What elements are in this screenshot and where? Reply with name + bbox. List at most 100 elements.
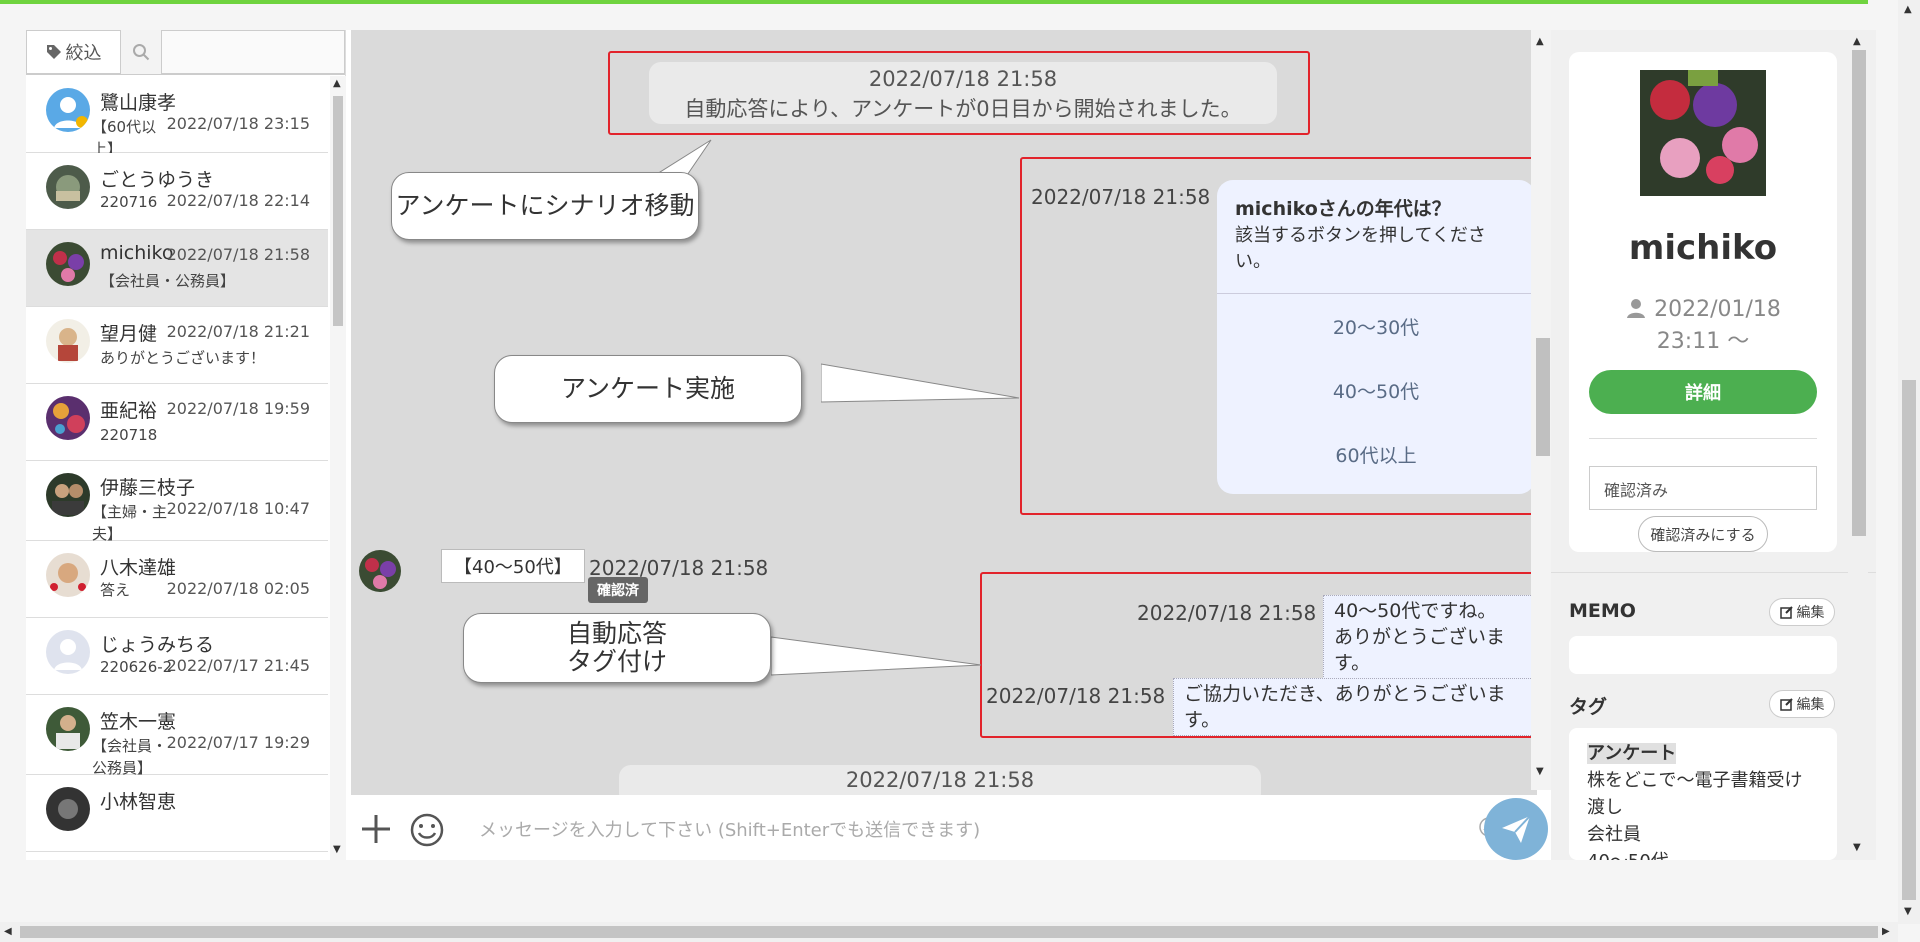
- memo-title: MEMO: [1569, 600, 1636, 622]
- confirmed-badge: 確認済: [588, 577, 648, 603]
- friend-preview: 【会社員・公務員】: [92, 737, 168, 777]
- profile-registered: 2022/01/18 23:11 ～: [1569, 294, 1837, 358]
- system-message-time: 2022/07/18 21:58: [845, 768, 1035, 792]
- search-icon[interactable]: [121, 30, 161, 74]
- scroll-down-icon[interactable]: ▼: [1853, 842, 1861, 853]
- scroll-down-icon[interactable]: ▼: [333, 844, 341, 855]
- scroll-up-icon[interactable]: ▲: [1904, 4, 1912, 15]
- friend-name: 笠木一憲: [100, 711, 177, 733]
- memo-edit-button[interactable]: 編集: [1769, 598, 1835, 626]
- plus-icon[interactable]: [359, 812, 393, 846]
- chat-area: 2022/07/18 21:58 自動応答により、アンケートが0日目から開始され…: [351, 30, 1537, 795]
- friend-date: 2022/07/18 23:15: [166, 114, 310, 133]
- search-input[interactable]: [161, 30, 345, 74]
- profile-date-time: 23:11 ～: [1656, 329, 1750, 354]
- survey-option[interactable]: 60代以上: [1217, 422, 1535, 486]
- emoji-icon[interactable]: [409, 812, 445, 848]
- detail-button[interactable]: 詳細: [1589, 370, 1817, 414]
- friend-name: じょうみちる: [100, 634, 215, 656]
- scrollbar-thumb[interactable]: [1852, 50, 1866, 536]
- auto-reply-line: ありがとうございます。: [1334, 626, 1506, 674]
- tag-icon: [46, 45, 61, 59]
- tag-item[interactable]: 40～50代: [1587, 848, 1819, 860]
- avatar: [46, 319, 90, 363]
- scroll-down-icon[interactable]: ▼: [1536, 766, 1544, 777]
- auto-reply-bubble: ご協力いただき、ありがとうございます。: [1173, 678, 1537, 736]
- scroll-up-icon[interactable]: ▲: [1536, 36, 1544, 47]
- friend-date: 2022/07/17 19:29: [166, 733, 310, 752]
- callout-auto-text: タグ付け: [566, 647, 667, 676]
- friend-item[interactable]: 鷺山康孝 2022/07/18 23:15 【60代以上】: [26, 76, 328, 158]
- message-input[interactable]: メッセージを入力して下さい (Shift+Enterでも送信できます): [479, 816, 980, 842]
- right-panel-scrollbar[interactable]: ▲ ▼: [1848, 30, 1868, 860]
- survey-title: michikoさんの年代は？: [1235, 198, 1451, 220]
- survey-option[interactable]: 40～50代: [1217, 358, 1535, 422]
- page-scrollbar-horizontal[interactable]: ◀ ▶: [0, 922, 1898, 942]
- friend-item[interactable]: じょうみちる 2022/07/17 21:45 220626-2: [26, 618, 328, 695]
- friend-preview: 220718: [100, 426, 158, 444]
- survey-option[interactable]: 20～30代: [1217, 294, 1535, 358]
- friend-list-scrollbar[interactable]: ▲ ▼: [330, 76, 346, 860]
- avatar: [46, 473, 90, 517]
- friend-item[interactable]: ごとうゆうき 2022/07/18 22:14 220716: [26, 153, 328, 230]
- friend-item[interactable]: 八木達雄 2022/07/18 02:05 答え: [26, 541, 328, 618]
- friend-item[interactable]: 亜紀裕 2022/07/18 19:59 220718: [26, 384, 328, 461]
- send-button[interactable]: [1484, 798, 1548, 860]
- callout-tail: [771, 636, 982, 676]
- highlight-box-system: [608, 51, 1310, 135]
- scrollbar-thumb[interactable]: [333, 96, 343, 326]
- scroll-up-icon[interactable]: ▲: [333, 78, 341, 89]
- profile-card: michiko 2022/01/18 23:11 ～ 詳細 確認済み 確認済みに…: [1569, 52, 1837, 552]
- filter-label: 絞込: [65, 43, 102, 64]
- profile-date: 2022/01/18: [1654, 297, 1781, 322]
- chat-scrollbar[interactable]: ▲ ▼: [1531, 30, 1551, 790]
- friend-item[interactable]: 伊藤三枝子 2022/07/18 10:47 【主婦・主夫】: [26, 461, 328, 543]
- friend-preview: 220716: [100, 193, 158, 211]
- friend-item-selected[interactable]: michiko 2022/07/18 21:58 【会社員・公務員】: [26, 230, 328, 307]
- callout-survey: アンケート実施: [494, 355, 802, 423]
- edit-icon: [1779, 606, 1793, 619]
- avatar: [46, 242, 90, 286]
- tag-item[interactable]: 株をどこで～電子書籍受け渡し: [1587, 767, 1819, 821]
- friend-preview: 【主婦・主夫】: [92, 503, 168, 543]
- scrollbar-thumb[interactable]: [1902, 380, 1916, 900]
- callout-auto-text: 自動応答: [566, 619, 667, 648]
- scrollbar-thumb[interactable]: [1536, 338, 1550, 456]
- divider: [1589, 438, 1817, 439]
- friend-preview: ありがとうございます！: [100, 349, 266, 367]
- avatar: [46, 165, 90, 209]
- friend-name: michiko: [100, 242, 174, 264]
- app-window: 絞込 鷺山康孝 2022/07/18 23:15 【60代以上】 ごとうゆうき …: [26, 30, 1876, 860]
- divider: [1551, 572, 1876, 573]
- tag-item[interactable]: アンケート: [1587, 743, 1677, 764]
- friend-item[interactable]: 笠木一憲 2022/07/17 19:29 【会社員・公務員】: [26, 695, 328, 777]
- send-icon: [1502, 815, 1531, 843]
- profile-photo: [1640, 70, 1766, 196]
- friend-preview: 【会社員・公務員】: [100, 272, 236, 290]
- tags-edit-button[interactable]: 編集: [1769, 690, 1835, 718]
- avatar: [46, 787, 90, 831]
- scrollbar-thumb[interactable]: [20, 926, 1878, 938]
- mark-confirmed-button[interactable]: 確認済みにする: [1638, 516, 1768, 552]
- user-avatar: [359, 550, 401, 592]
- profile-name: michiko: [1628, 228, 1778, 268]
- scroll-down-icon[interactable]: ▼: [1904, 906, 1912, 917]
- friend-item[interactable]: 望月健 2022/07/18 21:21 ありがとうございます！: [26, 307, 328, 384]
- friend-name: 鷺山康孝: [100, 92, 177, 114]
- edit-icon: [1779, 698, 1793, 711]
- friend-preview: 答え: [100, 581, 131, 599]
- scroll-right-icon[interactable]: ▶: [1882, 926, 1890, 937]
- filter-button[interactable]: 絞込: [26, 30, 121, 74]
- status-select[interactable]: 確認済み: [1589, 466, 1817, 510]
- friend-name: 望月健: [100, 323, 158, 345]
- avatar: [46, 707, 90, 751]
- friend-date: 2022/07/18 21:58: [166, 245, 310, 264]
- auto-reply-time: 2022/07/18 21:58: [1137, 601, 1317, 625]
- edit-label: 編集: [1796, 697, 1825, 713]
- scroll-left-icon[interactable]: ◀: [4, 926, 12, 937]
- message-input-bar: メッセージを入力して下さい (Shift+Enterでも送信できます): [351, 800, 1551, 860]
- friend-item[interactable]: 小林智恵: [26, 775, 328, 852]
- scroll-up-icon[interactable]: ▲: [1853, 36, 1861, 47]
- page-scrollbar-vertical[interactable]: ▲ ▼: [1898, 0, 1920, 924]
- tag-item[interactable]: 会社員: [1587, 821, 1819, 848]
